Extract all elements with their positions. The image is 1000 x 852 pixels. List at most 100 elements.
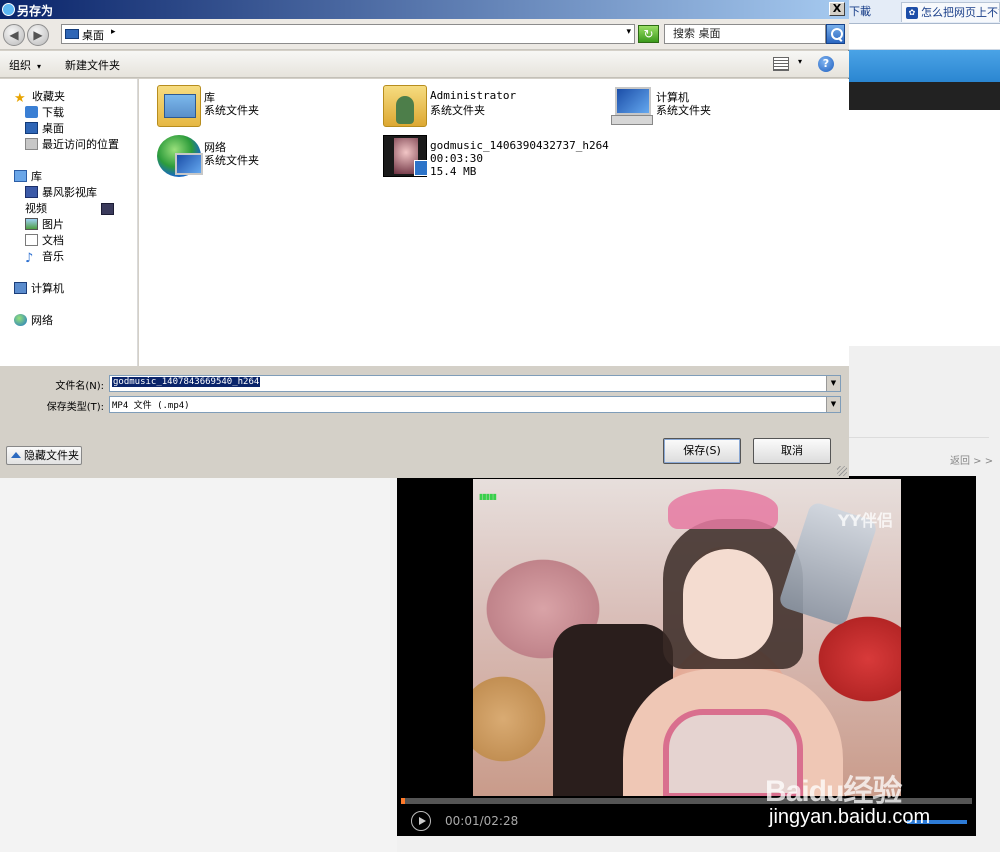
music-icon: ♪ (25, 251, 34, 266)
nav-label: 图片 (42, 218, 64, 231)
ie-icon (2, 3, 15, 16)
chevron-down-icon[interactable]: ▾ (798, 57, 802, 66)
file-item-libraries[interactable]: 库 系统文件夹 (157, 85, 357, 133)
dialog-toolbar: 组织 ▾ 新建文件夹 ▾ ? (0, 51, 849, 78)
nav-label: 网络 (31, 314, 53, 327)
download-folder-icon (25, 106, 38, 118)
page-left-area (0, 478, 397, 852)
file-item-video[interactable]: godmusic_1406390432737_h264 00:03:30 15.… (383, 135, 623, 183)
chevron-right-icon[interactable]: ▸ (111, 27, 116, 37)
browser-tab-article[interactable]: ✿怎么把网页上不能 (901, 2, 1000, 22)
nav-desktop[interactable]: 桌面 (25, 120, 64, 136)
cancel-button[interactable]: 取消 (753, 438, 831, 464)
watermark-logo-text: Baidu经验 (765, 775, 902, 808)
nav-network[interactable]: 网络 (14, 312, 53, 328)
file-item-network[interactable]: 网络 系统文件夹 (157, 135, 357, 183)
filename-field[interactable]: godmusic_1407843669540_h264 ▼ (109, 375, 841, 392)
browser-tab-bar: 下載 ✿怎么把网页上不能 (849, 0, 1000, 24)
nav-pictures[interactable]: 图片 (25, 216, 64, 232)
address-location[interactable]: 桌面 (82, 27, 104, 43)
filename-value[interactable]: godmusic_1407843669540_h264 (112, 377, 261, 387)
file-duration: 00:03:30 (430, 152, 483, 165)
file-item-administrator[interactable]: Administrator 系统文件夹 (383, 85, 583, 133)
save-as-dialog: 另存为 X ◀ ▶ 桌面 ▸ ▾ ↻ 搜索 桌面 组织 ▾ 新建文件夹 ▾ ? ★… (0, 0, 849, 478)
nav-downloads[interactable]: 下载 (25, 104, 64, 120)
chevron-down-icon[interactable]: ▼ (826, 397, 840, 412)
file-type: 系统文件夹 (656, 104, 711, 117)
filetype-select[interactable]: MP4 文件 (.mp4) ▼ (109, 396, 841, 413)
desktop-icon (25, 122, 38, 134)
filename-label: 文件名(N): (55, 381, 104, 392)
forward-button[interactable]: ▶ (27, 24, 49, 46)
back-button[interactable]: ◀ (3, 24, 25, 46)
new-folder-button[interactable]: 新建文件夹 (65, 57, 120, 73)
chevron-down-icon[interactable]: ▾ (626, 27, 631, 37)
recent-places-icon (25, 138, 38, 150)
filetype-value: MP4 文件 (.mp4) (112, 401, 190, 411)
nav-label: 桌面 (42, 122, 64, 135)
play-button[interactable] (411, 811, 431, 831)
resize-grip[interactable] (837, 466, 847, 476)
save-options: 文件名(N): godmusic_1407843669540_h264 ▼ 保存… (0, 366, 849, 478)
nav-label: 文档 (42, 234, 64, 247)
file-item-computer[interactable]: 计算机 系统文件夹 (609, 85, 809, 133)
file-list: 库 系统文件夹 Administrator 系统文件夹 计算机 系统文件夹 网络… (139, 79, 849, 366)
nav-label: 库 (31, 170, 42, 183)
nav-baofeng-library[interactable]: 暴风影视库 (25, 184, 97, 200)
tab-label: 下載 (849, 5, 871, 18)
library-icon (14, 170, 27, 182)
movie-library-icon (25, 186, 38, 198)
nav-videos[interactable]: 视频 (25, 200, 114, 216)
organize-label: 组织 (9, 59, 31, 72)
dialog-titlebar[interactable]: 另存为 X (0, 0, 849, 19)
nav-recent[interactable]: 最近访问的位置 (25, 136, 119, 152)
nav-documents[interactable]: 文档 (25, 232, 64, 248)
network-icon (14, 314, 27, 326)
navigation-bar: ◀ ▶ 桌面 ▸ ▾ ↻ 搜索 桌面 (0, 19, 849, 50)
documents-icon (25, 234, 38, 246)
nav-label: 下载 (42, 106, 64, 119)
file-name: godmusic_1406390432737_h264 (430, 139, 609, 152)
search-input[interactable]: 搜索 桌面 (664, 24, 826, 44)
page-content-area (849, 110, 1000, 346)
file-name: Administrator (430, 89, 517, 102)
nav-label: 收藏夹 (32, 90, 65, 103)
nav-label: 视频 (25, 202, 47, 215)
signal-indicator: ▮▮▮▮▮ (479, 492, 497, 501)
baidu-paw-icon: ✿ (906, 7, 918, 19)
chevron-down-icon: ▾ (37, 62, 42, 71)
page-header-banner (849, 50, 1000, 82)
nav-favorites[interactable]: ★ 收藏夹 (14, 88, 65, 105)
search-icon[interactable] (826, 24, 845, 44)
organize-menu[interactable]: 组织 ▾ (9, 57, 41, 73)
navigation-pane: ★ 收藏夹 下载 桌面 最近访问的位置 库 暴风影视库 视频 图片 文档 ♪ 音乐 … (0, 79, 138, 366)
divider (849, 437, 989, 438)
view-options-icon[interactable] (773, 57, 789, 71)
user-folder-icon (383, 85, 427, 127)
address-bar[interactable]: 桌面 ▸ ▾ (61, 24, 635, 44)
save-button[interactable]: 保存(S) (663, 438, 741, 464)
file-type: 系统文件夹 (430, 104, 485, 117)
hide-folders-button[interactable]: 隐藏文件夹 (6, 446, 82, 465)
tab-label: 怎么把网页上不能 (921, 6, 999, 19)
nav-label: 暴风影视库 (42, 186, 97, 199)
close-button[interactable]: X (829, 2, 845, 16)
filetype-label: 保存类型(T): (46, 402, 104, 413)
computer-icon (609, 85, 653, 127)
help-icon[interactable]: ? (818, 56, 834, 72)
video-overlay-brand: YY伴侣 (837, 511, 893, 530)
chevron-down-icon[interactable]: ▼ (826, 376, 840, 391)
nav-music[interactable]: ♪ 音乐 (25, 248, 64, 265)
computer-icon (14, 282, 27, 294)
video-player[interactable]: ▮▮▮▮▮ YY伴侣 00:01/02:28 Baidu经验 jingyan.b… (397, 476, 976, 836)
progress-fill (401, 798, 405, 804)
dialog-title: 另存为 (17, 4, 54, 18)
video-frame[interactable]: ▮▮▮▮▮ YY伴侣 (473, 479, 901, 796)
refresh-button[interactable]: ↻ (638, 25, 659, 43)
back-link[interactable]: 返回 > > (950, 452, 993, 467)
file-type: 系统文件夹 (204, 154, 259, 167)
nav-libraries[interactable]: 库 (14, 168, 42, 184)
video-headpiece (668, 489, 778, 529)
browser-tab-download[interactable]: 下載 (849, 2, 899, 22)
nav-computer[interactable]: 计算机 (14, 280, 64, 296)
